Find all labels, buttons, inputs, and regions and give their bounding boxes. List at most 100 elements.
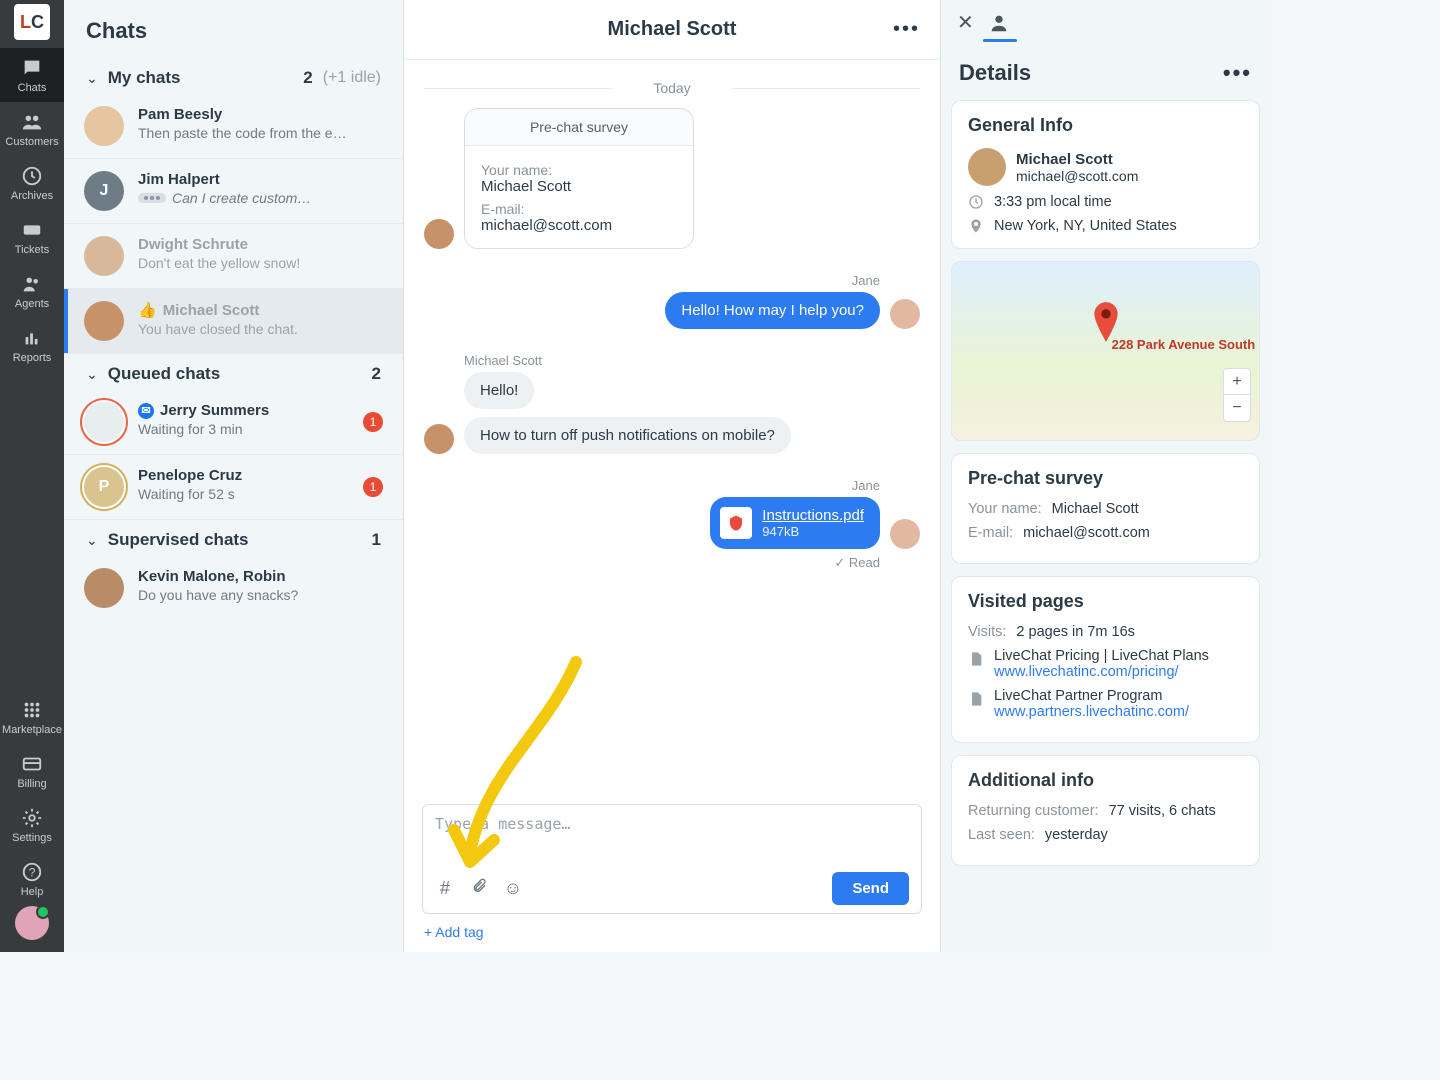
visitor-message: Hello! [464, 372, 534, 409]
section-queued-chats[interactable]: ⌄ Queued chats 2 [64, 354, 403, 390]
avatar [84, 301, 124, 341]
avatar [84, 402, 124, 442]
message-input[interactable] [435, 815, 909, 872]
sender-label: Michael Scott [464, 353, 920, 368]
card-additional-info: Additional info Returning customer:77 vi… [951, 755, 1260, 866]
card-prechat-survey: Pre-chat survey Your name:Michael Scott … [951, 453, 1260, 564]
hashtag-icon[interactable]: # [435, 878, 455, 899]
section-supervised-chats[interactable]: ⌄ Supervised chats 1 [64, 520, 403, 556]
sender-label: Jane [424, 273, 880, 288]
details-title: Details ••• [941, 48, 1270, 100]
conversation-panel: Michael Scott ••• Today Pre-chat survey … [404, 0, 940, 952]
typing-indicator-icon [138, 193, 166, 203]
chat-item-dwight[interactable]: Dwight Schrute Don't eat the yellow snow… [64, 224, 403, 289]
map-zoom-controls: + − [1223, 368, 1251, 422]
location-icon [968, 218, 984, 234]
people-icon [21, 111, 43, 133]
avatar [968, 148, 1006, 186]
chat-item-penelope[interactable]: P Penelope Cruz Waiting for 52 s 1 [64, 455, 403, 520]
pdf-icon [720, 507, 752, 539]
unread-badge: 1 [363, 412, 383, 432]
page-icon [968, 651, 984, 667]
chat-list-title: Chats [64, 0, 403, 58]
rail-reports[interactable]: Reports [0, 318, 64, 372]
avatar [890, 299, 920, 329]
chat-item-michael[interactable]: 👍Michael Scott You have closed the chat. [64, 289, 403, 354]
chevron-down-icon: ⌄ [86, 366, 98, 383]
chat-icon [21, 57, 43, 79]
page-icon [968, 691, 984, 707]
emoji-icon[interactable]: ☺ [503, 878, 523, 899]
rail-settings[interactable]: Settings [0, 798, 64, 852]
card-icon [21, 753, 43, 775]
rail-help[interactable]: ?Help [0, 852, 64, 906]
rail-billing[interactable]: Billing [0, 744, 64, 798]
ticket-icon [21, 219, 43, 241]
agent-message: Hello! How may I help you? [665, 292, 880, 329]
attachment-icon[interactable] [469, 878, 489, 899]
avatar [890, 519, 920, 549]
message-composer: # ☺ Send [422, 804, 922, 914]
zoom-in-button[interactable]: + [1224, 369, 1250, 395]
card-visited-pages: Visited pages Visits:2 pages in 7m 16s L… [951, 576, 1260, 743]
sender-label: Jane [424, 478, 880, 493]
avatar [84, 568, 124, 608]
date-separator: Today [424, 80, 920, 96]
reports-icon [21, 327, 43, 349]
card-general-info: General Info Michael Scott michael@scott… [951, 100, 1260, 249]
agents-icon [21, 273, 43, 295]
current-user-avatar[interactable] [15, 906, 49, 940]
person-icon[interactable] [988, 12, 1010, 34]
chat-item-kevin[interactable]: Kevin Malone, Robin Do you have any snac… [64, 556, 403, 620]
chat-item-jerry[interactable]: ✉Jerry Summers Waiting for 3 min 1 [64, 390, 403, 455]
app-logo: LC [14, 4, 50, 40]
avatar [84, 106, 124, 146]
details-panel: ✕ Details ••• General Info Michael Scott… [940, 0, 1270, 952]
file-attachment[interactable]: Instructions.pdf 947kB [710, 497, 880, 549]
avatar [84, 236, 124, 276]
section-my-chats[interactable]: ⌄ My chats 2 (+1 idle) [64, 58, 403, 94]
unread-badge: 1 [363, 477, 383, 497]
survey-message: Pre-chat survey Your name: Michael Scott… [424, 108, 920, 249]
avatar [424, 219, 454, 249]
help-icon: ? [21, 861, 43, 883]
rail-chats[interactable]: Chats [0, 48, 64, 102]
location-map[interactable]: 228 Park Avenue South + − [951, 261, 1260, 441]
clock-icon [968, 194, 984, 210]
svg-text:?: ? [29, 865, 36, 879]
clock-icon [21, 165, 43, 187]
visitor-message: How to turn off push notifications on mo… [464, 417, 791, 454]
message-scroll[interactable]: Today Pre-chat survey Your name: Michael… [404, 60, 940, 804]
active-tab-indicator [983, 39, 1017, 42]
visited-page-item[interactable]: LiveChat Pricing | LiveChat Planswww.liv… [968, 648, 1243, 680]
close-icon[interactable]: ✕ [957, 10, 974, 35]
rail-archives[interactable]: Archives [0, 156, 64, 210]
rail-tickets[interactable]: Tickets [0, 210, 64, 264]
more-menu-icon[interactable]: ••• [893, 18, 920, 41]
left-rail: LC Chats Customers Archives Tickets Agen… [0, 0, 64, 952]
send-button[interactable]: Send [832, 872, 909, 905]
avatar [424, 424, 454, 454]
chevron-down-icon: ⌄ [86, 532, 98, 549]
chat-item-jim[interactable]: J Jim Halpert Can I create custom… [64, 159, 403, 224]
survey-card: Pre-chat survey Your name: Michael Scott… [464, 108, 694, 249]
chevron-down-icon: ⌄ [86, 70, 98, 87]
thumbs-up-icon: 👍 [138, 301, 157, 319]
conversation-header: Michael Scott ••• [404, 0, 940, 60]
rail-agents[interactable]: Agents [0, 264, 64, 318]
rail-marketplace[interactable]: Marketplace [0, 690, 64, 744]
chat-list-panel: Chats ⌄ My chats 2 (+1 idle) Pam Beesly … [64, 0, 404, 952]
avatar: P [84, 467, 124, 507]
visited-page-item[interactable]: LiveChat Partner Programwww.partners.liv… [968, 688, 1243, 720]
grid-icon [21, 699, 43, 721]
conversation-title: Michael Scott [608, 18, 737, 41]
chat-item-pam[interactable]: Pam Beesly Then paste the code from the … [64, 94, 403, 159]
gear-icon [21, 807, 43, 829]
avatar: J [84, 171, 124, 211]
rail-customers[interactable]: Customers [0, 102, 64, 156]
zoom-out-button[interactable]: − [1224, 395, 1250, 421]
messenger-icon: ✉ [138, 403, 154, 419]
more-menu-icon[interactable]: ••• [1223, 60, 1252, 86]
read-receipt: ✓ Read [424, 555, 880, 571]
add-tag-link[interactable]: + Add tag [424, 924, 940, 940]
